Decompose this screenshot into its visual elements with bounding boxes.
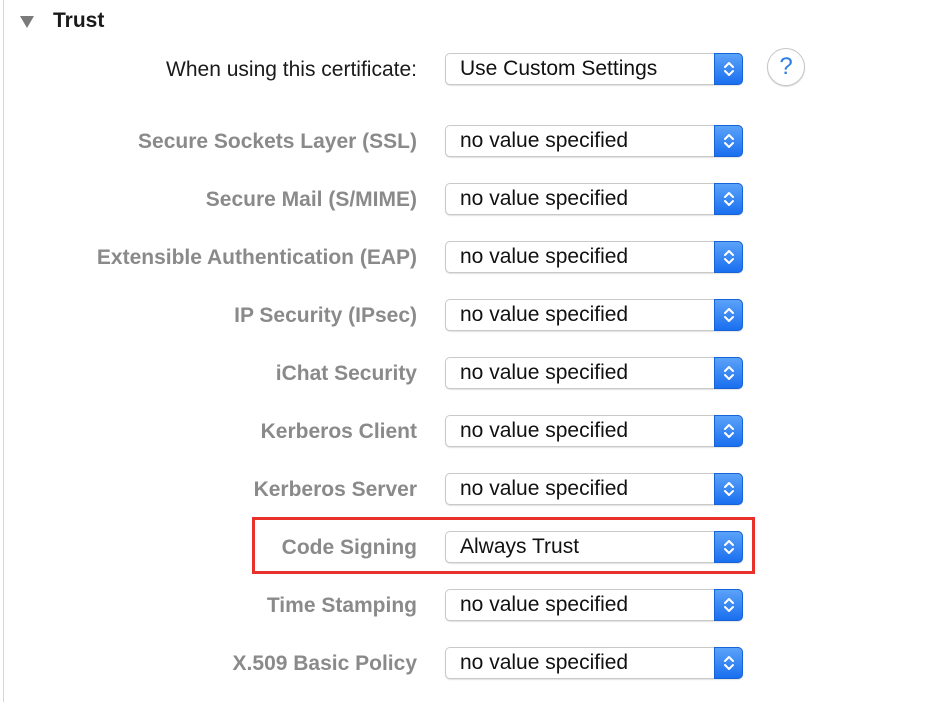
trust-row-label: Extensible Authentication (EAP) (96, 246, 417, 269)
trust-popup-ipsec[interactable]: no value specified (445, 299, 743, 331)
trust-popup-eap[interactable]: no value specified (445, 241, 743, 273)
trust-popup-ssl[interactable]: no value specified (445, 125, 743, 157)
triangle-down-icon[interactable] (20, 16, 34, 28)
trust-row-label: Kerberos Server (253, 478, 417, 501)
popup-value: no value specified (460, 593, 629, 616)
trust-row-label: Code Signing (281, 536, 417, 559)
trust-row-label: iChat Security (275, 362, 417, 385)
certificate-policy-label: When using this certificate: (166, 58, 417, 81)
trust-row-eap: Extensible Authentication (EAP) no value… (0, 241, 926, 275)
chevron-updown-icon (714, 531, 743, 563)
trust-row-kerberos-client: Kerberos Client no value specified (0, 415, 926, 449)
trust-row-label: IP Security (IPsec) (234, 304, 417, 327)
popup-value: no value specified (460, 361, 629, 384)
trust-row-label: Kerberos Client (260, 420, 417, 443)
popup-value: no value specified (460, 129, 629, 152)
trust-row-smime: Secure Mail (S/MIME) no value specified (0, 183, 926, 217)
chevron-updown-icon (714, 299, 743, 331)
trust-row-code-signing: Code Signing Always Trust (0, 531, 926, 565)
popup-value: no value specified (460, 187, 629, 210)
trust-popup-x509[interactable]: no value specified (445, 647, 743, 679)
trust-row-ipsec: IP Security (IPsec) no value specified (0, 299, 926, 333)
popup-value: no value specified (460, 651, 629, 674)
trust-popup-ichat[interactable]: no value specified (445, 357, 743, 389)
popup-value: Always Trust (460, 535, 580, 558)
trust-row-label: Secure Sockets Layer (SSL) (138, 130, 417, 153)
trust-row-kerberos-server: Kerberos Server no value specified (0, 473, 926, 507)
trust-row-label: Time Stamping (266, 594, 417, 617)
trust-row-time-stamping: Time Stamping no value specified (0, 589, 926, 623)
trust-row-label: X.509 Basic Policy (232, 652, 417, 675)
trust-popup-code-signing[interactable]: Always Trust (445, 531, 743, 563)
chevron-updown-icon (714, 415, 743, 447)
chevron-updown-icon (714, 589, 743, 621)
trust-popup-smime[interactable]: no value specified (445, 183, 743, 215)
chevron-updown-icon (714, 125, 743, 157)
certificate-trust-panel: Trust When using this certificate: Use C… (0, 0, 926, 702)
chevron-updown-icon (714, 241, 743, 273)
certificate-policy-popup[interactable]: Use Custom Settings (445, 53, 743, 85)
trust-popup-kerberos-server[interactable]: no value specified (445, 473, 743, 505)
chevron-updown-icon (714, 53, 743, 85)
chevron-updown-icon (714, 183, 743, 215)
popup-value: Use Custom Settings (460, 57, 658, 80)
trust-row-ssl: Secure Sockets Layer (SSL) no value spec… (0, 125, 926, 159)
section-title: Trust (53, 9, 105, 32)
popup-value: no value specified (460, 245, 629, 268)
chevron-updown-icon (714, 357, 743, 389)
trust-row-ichat: iChat Security no value specified (0, 357, 926, 391)
trust-popup-kerberos-client[interactable]: no value specified (445, 415, 743, 447)
trust-section-header[interactable]: Trust (20, 6, 104, 36)
popup-value: no value specified (460, 419, 629, 442)
trust-popup-time-stamping[interactable]: no value specified (445, 589, 743, 621)
chevron-updown-icon (714, 473, 743, 505)
trust-row-x509: X.509 Basic Policy no value specified (0, 647, 926, 681)
trust-row-label: Secure Mail (S/MIME) (205, 188, 417, 211)
help-icon[interactable]: ? (767, 48, 805, 86)
popup-value: no value specified (460, 477, 629, 500)
popup-value: no value specified (460, 303, 629, 326)
chevron-updown-icon (714, 647, 743, 679)
